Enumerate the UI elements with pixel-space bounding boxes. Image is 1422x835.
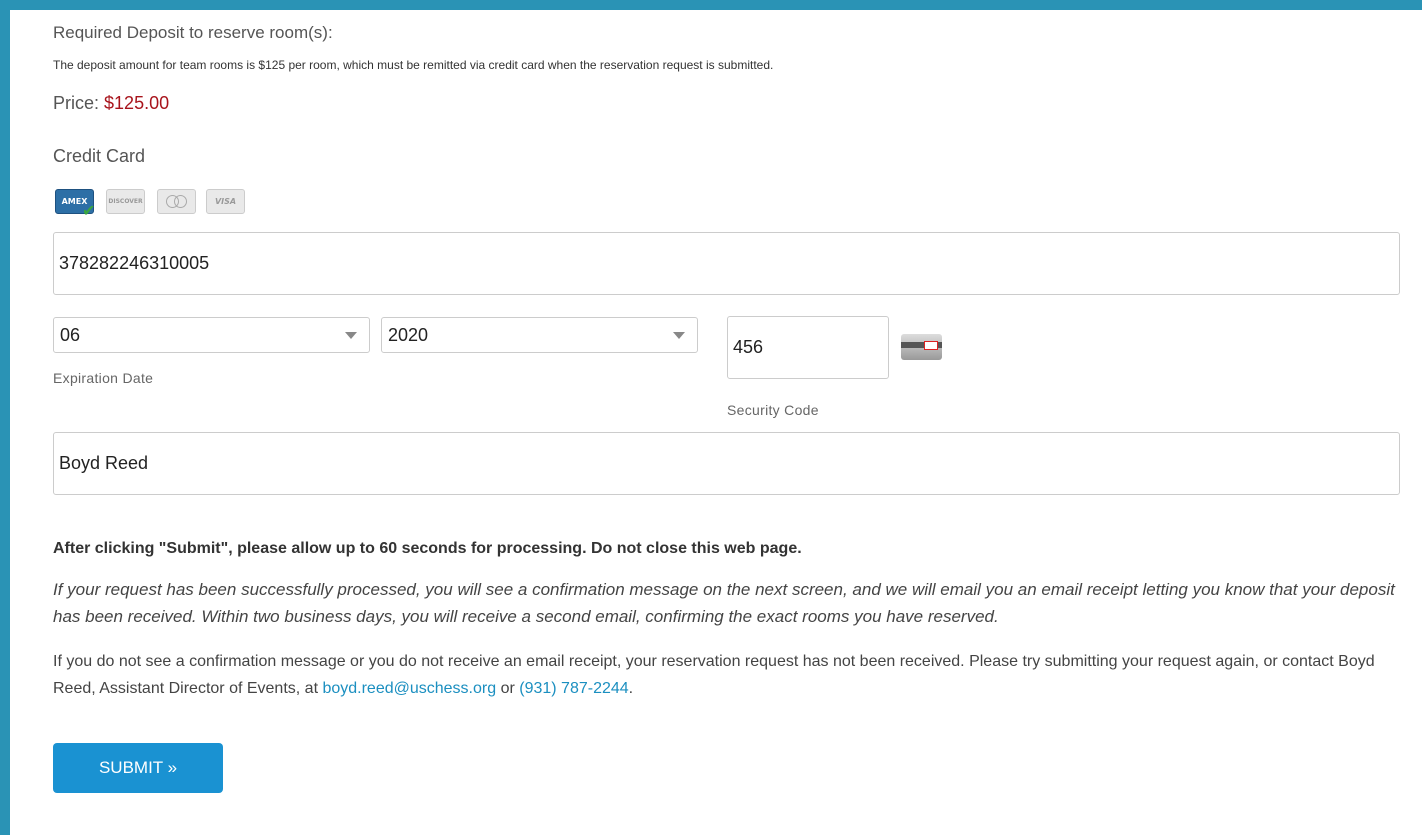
exp-month-value: 06 <box>60 324 81 345</box>
contact-phone-link[interactable]: (931) 787-2244 <box>519 680 628 697</box>
mastercard-card-icon[interactable] <box>157 189 196 214</box>
price-line: Price: $125.00 <box>53 93 169 114</box>
deposit-description: The deposit amount for team rooms is $12… <box>53 58 774 72</box>
security-code-label: Security Code <box>727 402 819 418</box>
discover-card-text: DISCOVER <box>108 198 143 205</box>
price-label: Price: <box>53 93 100 113</box>
contact-suffix-text: . <box>628 680 634 697</box>
contact-notice: If you do not see a confirmation message… <box>53 648 1403 702</box>
price-value: $125.00 <box>104 93 170 113</box>
selected-check-icon: ✔ <box>82 201 96 220</box>
deposit-heading: Required Deposit to reserve room(s): <box>53 23 333 42</box>
exp-year-select[interactable]: 2020 <box>381 317 698 353</box>
confirmation-notice: If your request has been successfully pr… <box>53 580 1395 626</box>
chevron-down-icon <box>673 332 685 339</box>
security-code-input[interactable]: 456 <box>727 316 889 379</box>
discover-card-icon[interactable]: DISCOVER <box>106 189 145 214</box>
contact-or-text: or <box>496 680 520 697</box>
exp-year-value: 2020 <box>388 324 429 345</box>
credit-card-label: Credit Card <box>53 146 146 166</box>
submit-button[interactable]: SUBMIT » <box>53 743 223 793</box>
amex-card-icon[interactable]: AMEX ✔ <box>55 189 95 219</box>
contact-text: If you do not see a confirmation message… <box>53 653 1375 697</box>
exp-month-select[interactable]: 06 <box>53 317 370 353</box>
card-number-input[interactable]: 378282246310005 <box>53 232 1400 295</box>
security-code-card-icon <box>901 334 942 360</box>
chevron-down-icon <box>345 332 357 339</box>
cardholder-name-input[interactable]: Boyd Reed <box>53 432 1400 495</box>
form-panel: Required Deposit to reserve room(s): The… <box>10 10 1422 835</box>
contact-email-link[interactable]: boyd.reed@uschess.org <box>322 680 496 697</box>
visa-card-text: VISA <box>214 197 237 206</box>
expiration-date-label: Expiration Date <box>53 370 154 386</box>
mastercard-logo-icon <box>165 195 188 208</box>
processing-notice: After clicking "Submit", please allow up… <box>53 540 802 557</box>
visa-card-icon[interactable]: VISA <box>206 189 245 214</box>
